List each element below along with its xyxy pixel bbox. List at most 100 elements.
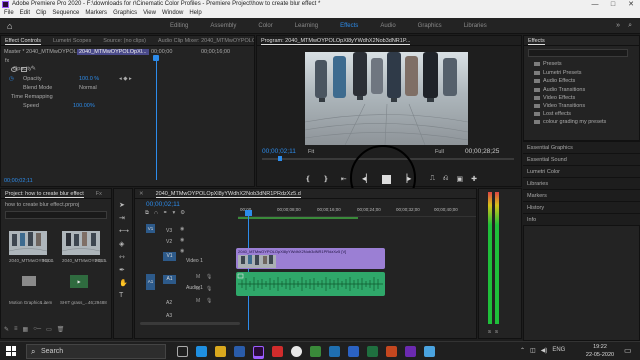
razor-tool-icon[interactable]: ◈ [119,240,129,248]
video-clip[interactable]: 2040_MTMwOYPOLOpXl8yYWdhX2Nob3dNR1PRdzXz… [236,248,385,269]
microphone-icon[interactable]: 🎙 [206,298,212,304]
speed-value[interactable]: 100.00% [73,103,95,109]
language-indicator[interactable]: ENG [552,347,565,354]
volume-icon[interactable]: ◀) [541,347,548,354]
panel-libraries[interactable]: Libraries [523,177,640,189]
effects-search-input[interactable] [528,49,628,57]
source-patch-v[interactable]: V1 [146,224,155,233]
program-monitor-title[interactable]: Program: 2040_MTMwOYPOLOpXl8yYWdhX2Nob3d… [261,36,411,45]
effects-item-lost-effects[interactable]: Lost effects [534,111,571,117]
file-explorer-icon[interactable] [215,346,226,357]
wrench-icon[interactable]: ⚙ [180,210,185,217]
ripple-edit-tool-icon[interactable]: ⟷ [119,227,129,235]
solo-left-label[interactable]: S [488,329,491,334]
quality-dropdown[interactable]: Full [435,149,444,155]
menu-window[interactable]: Window [162,9,183,18]
hand-tool-icon[interactable]: ✋ [119,279,129,287]
eye-icon[interactable]: ◉ [180,248,184,254]
mute-icon[interactable]: M [196,274,200,280]
menu-view[interactable]: View [143,9,156,18]
menu-graphics[interactable]: Graphics [113,9,137,18]
mark-in-icon[interactable]: ❴ [305,175,311,183]
list-view-icon[interactable]: ≡ [14,326,18,333]
selection-tool-icon[interactable]: ➤ [119,201,129,209]
slip-tool-icon[interactable]: ⇿ [119,253,129,261]
zoom-slider-icon[interactable]: ○─ [33,326,41,333]
add-marker-icon[interactable]: ▾ [173,210,176,217]
solo-right-label[interactable]: S [495,329,498,334]
new-bin-icon[interactable]: ▭ [46,326,52,333]
panel-info[interactable]: Info [523,213,640,225]
track-v1[interactable]: V1 [163,252,176,261]
menu-help[interactable]: Help [189,9,201,18]
panel-essential-graphics[interactable]: Essential Graphics [523,141,640,153]
step-back-icon[interactable]: ◂▏ [362,174,372,184]
panel-markers[interactable]: Markers [523,189,640,201]
menu-edit[interactable]: Edit [20,9,30,18]
lift-icon[interactable]: ⎍ [430,175,435,183]
bin-folder-icon[interactable] [22,276,36,286]
effects-item-audio-transitions[interactable]: Audio Transitions [534,87,585,93]
program-timecode[interactable]: 00;00;02;11 [262,148,296,155]
mogrt-icon[interactable]: ▶ [70,275,88,288]
track-a2[interactable]: A2 [166,300,172,306]
app-icon-green[interactable] [310,346,321,357]
taskbar-search-box[interactable]: ⌕ Search [26,344,166,359]
selected-clip-label[interactable]: 2040_MTMwOYPOLOpXl... [77,49,149,55]
powerpoint-icon[interactable] [386,346,397,357]
effects-item-lumetri-presets[interactable]: Lumetri Presets [534,70,582,76]
button-editor-icon[interactable]: ✚ [471,175,477,183]
mute-icon[interactable]: M [196,286,200,292]
nest-icon[interactable]: ⧉ [145,210,149,217]
workspace-editing[interactable]: Editing [170,18,188,34]
acrobat-icon[interactable] [272,346,283,357]
menu-file[interactable]: File [4,9,14,18]
track-a1[interactable]: A1 [163,275,176,284]
panel-lumetri-color[interactable]: Lumetri Color [523,165,640,177]
stop-button[interactable] [382,175,392,184]
network-icon[interactable]: ◫ [530,347,536,354]
step-forward-icon[interactable]: ▕▸ [401,174,411,184]
snap-icon[interactable]: ∩ [154,210,158,217]
track-select-tool-icon[interactable]: ⇥ [119,214,129,222]
workspace-learning[interactable]: Learning [295,18,318,34]
icon-view-icon[interactable]: ▦ [23,326,29,333]
timeline-ruler[interactable]: 00;00 00;00;08;00 00;00;16;00 00;00;24;0… [238,200,476,217]
keyframe-nav-icon[interactable]: ◂ ◆ ▸ [119,76,132,82]
menu-clip[interactable]: Clip [36,9,46,18]
chrome-icon[interactable] [291,346,302,357]
maximize-button[interactable]: □ [604,0,622,9]
mark-out-icon[interactable]: ❵ [323,175,329,183]
eye-icon[interactable]: ◉ [180,237,184,243]
track-v3[interactable]: V3 [166,228,172,234]
program-playhead[interactable] [278,156,282,161]
notifications-icon[interactable]: ▭ [624,346,632,355]
extract-icon[interactable]: ⎌ [443,175,449,183]
app-icon-blue[interactable] [329,346,340,357]
menu-sequence[interactable]: Sequence [52,9,79,18]
effects-item-video-transitions[interactable]: Video Transitions [534,103,585,109]
blend-mode-select[interactable]: Normal [79,85,97,91]
project-search-input[interactable] [5,211,107,219]
clock[interactable]: 19:22 22-05-2020 [585,343,615,359]
microphone-icon[interactable]: 🎙 [206,286,212,292]
audio-clip[interactable] [236,272,385,296]
effects-item-audio-effects[interactable]: Audio Effects [534,78,575,84]
app-icon-lightblue[interactable] [424,346,435,357]
opacity-value[interactable]: 100.0 % [79,76,99,82]
effects-item-presets[interactable]: Presets [534,61,562,67]
tab-lumetri-scopes[interactable]: Lumetri Scopes [53,36,91,45]
track-v2[interactable]: V2 [166,239,172,245]
panel-essential-sound[interactable]: Essential Sound [523,153,640,165]
timeline-playhead[interactable] [248,210,249,330]
tab-audio-clip-mixer[interactable]: Audio Clip Mixer: 2040_MTMwOYPOLOp [158,36,254,45]
linked-selection-icon[interactable]: ⚭ [163,210,168,217]
sequence-tab[interactable]: 2040_MTMwOYPOLOpXl8yYWdhX2Nob3dNR1PRdzXz… [155,189,301,198]
workspace-libraries[interactable]: Libraries [464,18,487,34]
pen-tool-icon[interactable]: ✒ [119,266,129,274]
ec-playhead[interactable] [156,55,157,180]
delete-icon[interactable]: 🗑 [57,326,65,333]
tray-chevron-icon[interactable]: ⌃ [520,347,525,354]
track-a3[interactable]: A3 [166,313,172,319]
workspace-audio[interactable]: Audio [380,18,395,34]
